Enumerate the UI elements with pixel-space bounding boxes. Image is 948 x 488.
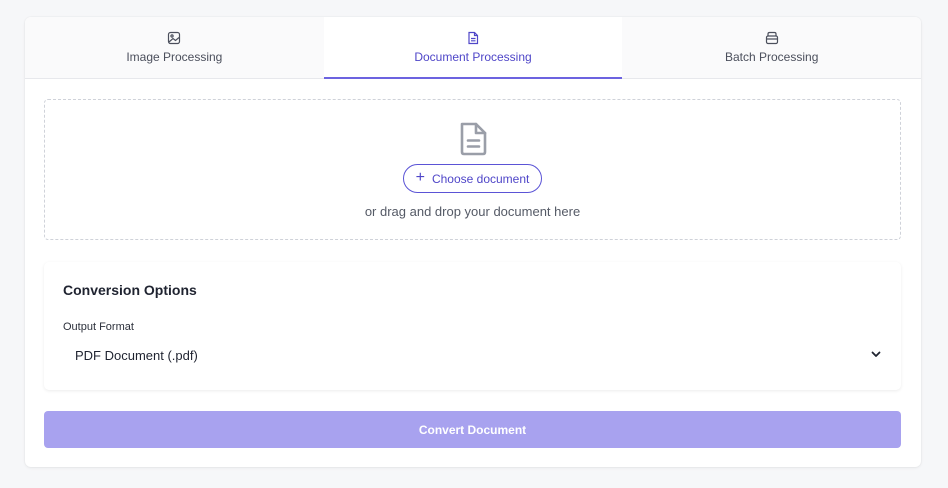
output-format-value: PDF Document (.pdf) xyxy=(75,347,198,363)
choose-document-button[interactable]: + Choose document xyxy=(403,164,542,193)
conversion-options-panel: Conversion Options Output Format PDF Doc… xyxy=(44,262,901,390)
document-dropzone[interactable]: + Choose document or drag and drop your … xyxy=(44,99,901,240)
tab-bar: Image Processing Document Processing Bat… xyxy=(25,17,921,79)
tab-image-processing[interactable]: Image Processing xyxy=(25,17,324,78)
tab-document-processing[interactable]: Document Processing xyxy=(323,17,623,79)
archive-icon xyxy=(765,31,779,45)
drop-hint: or drag and drop your document here xyxy=(364,204,581,219)
document-icon xyxy=(466,31,480,45)
tab-batch-processing[interactable]: Batch Processing xyxy=(622,17,921,78)
conversion-options-title: Conversion Options xyxy=(63,282,197,298)
tab-label: Image Processing xyxy=(126,50,223,64)
output-format-select[interactable]: PDF Document (.pdf) xyxy=(63,341,882,369)
plus-icon: + xyxy=(415,169,425,186)
choose-document-label: Choose document xyxy=(431,171,530,186)
document-icon xyxy=(456,121,490,157)
chevron-down-icon xyxy=(870,348,882,360)
convert-document-button[interactable]: Convert Document xyxy=(44,411,901,448)
tab-label: Batch Processing xyxy=(724,50,819,64)
output-format-label: Output Format xyxy=(63,321,134,333)
image-icon xyxy=(167,31,181,45)
converter-card: Image Processing Document Processing Bat… xyxy=(25,17,921,467)
tab-label: Document Processing xyxy=(414,50,532,64)
